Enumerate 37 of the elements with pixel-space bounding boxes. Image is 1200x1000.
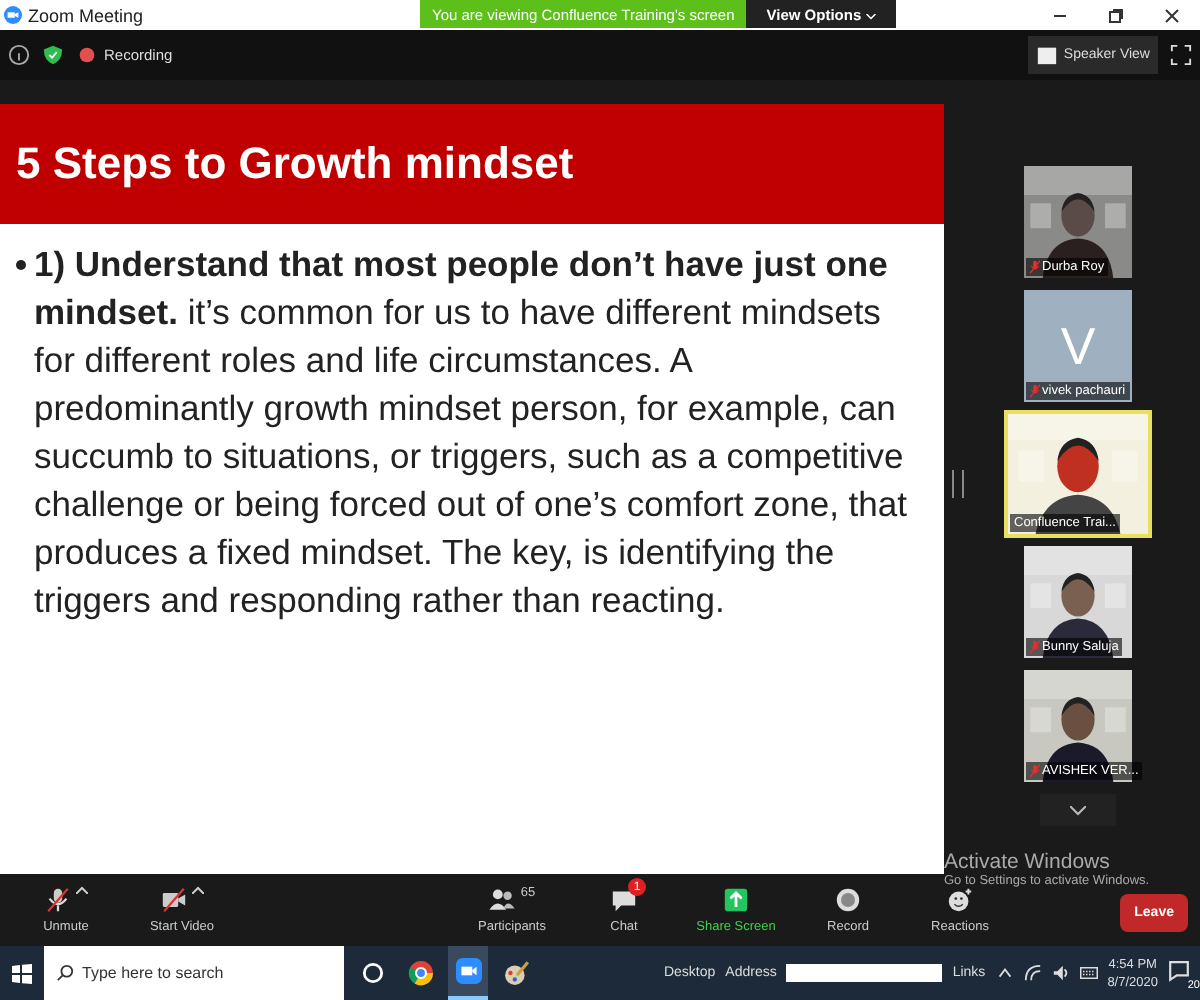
network-icon[interactable]: [1023, 964, 1042, 982]
muted-mic-icon: [1030, 640, 1040, 654]
grid-icon: [1035, 44, 1058, 66]
windows-icon[interactable]: [12, 963, 32, 983]
fullscreen-icon[interactable]: [1170, 44, 1192, 66]
address-field[interactable]: [786, 964, 943, 982]
window-title: Zoom Meeting: [28, 5, 144, 25]
muted-mic-icon: [44, 886, 72, 914]
notification-icon[interactable]: [1168, 959, 1190, 981]
slide-text: 1) Understand that most people don’t have just one mindset. it’s common for us to have different mindsets for different roles and life circumstances. A predominantly growth mindset person, for example, can succumb to situations, or triggers, such as a competitive challenge or being forced out of one’s comfort zone, that produces a fixed mindset. The key, is identifying the triggers and responding rather than reacting.: [34, 242, 909, 624]
participants-icon: [488, 886, 517, 914]
chat-icon: [610, 886, 638, 914]
muted-mic-icon: [1030, 260, 1040, 274]
speaker-icon[interactable]: [1051, 964, 1070, 982]
share-screen-icon: [722, 886, 750, 914]
activation-title: Activate Windows: [944, 850, 1112, 874]
tray-up-icon[interactable]: [995, 964, 1014, 982]
muted-mic-icon: [1030, 764, 1040, 778]
search-field[interactable]: Type here to search: [44, 946, 344, 1000]
bullet-icon: [16, 260, 26, 270]
caret-icon[interactable]: [76, 886, 88, 894]
caret-icon[interactable]: [192, 886, 204, 894]
resize-handle[interactable]: [952, 470, 964, 498]
caret-icon: [865, 13, 876, 19]
record-icon: [76, 44, 98, 66]
keyboard-icon[interactable]: [1079, 964, 1098, 982]
chevron-down-icon: [1070, 805, 1086, 815]
muted-mic-icon: [1030, 384, 1040, 398]
smiley-icon: [946, 886, 974, 914]
video-off-icon: [160, 886, 188, 914]
restore-icon[interactable]: [1108, 7, 1124, 23]
info-icon[interactable]: [8, 44, 30, 66]
record-icon: [834, 886, 862, 914]
video-camera-icon[interactable]: [448, 946, 488, 1000]
shield-icon[interactable]: [42, 44, 64, 66]
slide-title: 5 Steps to Growth mindset: [0, 104, 944, 224]
close-icon[interactable]: [1164, 7, 1180, 23]
